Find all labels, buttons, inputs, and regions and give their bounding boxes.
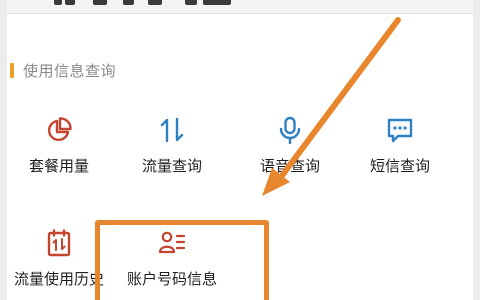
menu-item-data-query[interactable]: 流量查询 [117, 115, 227, 185]
section-accent-bar [10, 62, 14, 78]
cropped-text-fragment [185, 0, 197, 5]
pie-chart-icon [44, 115, 74, 145]
menu-item-sms-query[interactable]: 短信查询 [345, 115, 455, 185]
cropped-text-fragment [54, 0, 62, 5]
menu-item-voice-query[interactable]: 语音查询 [235, 115, 345, 185]
menu-item-label: 语音查询 [259, 157, 320, 175]
microphone-icon [275, 115, 305, 145]
top-strip [7, 0, 473, 14]
cropped-text-fragment [93, 0, 107, 5]
menu-item-label: 流量使用历史 [13, 270, 104, 288]
menu-item-label: 套餐用量 [28, 157, 89, 175]
cropped-text-fragment [65, 0, 75, 5]
cropped-text-fragment [148, 0, 162, 5]
highlight-box [95, 220, 269, 300]
up-down-arrows-icon [157, 115, 187, 145]
cropped-text-fragment [203, 0, 231, 5]
section-title: 使用信息查询 [23, 61, 117, 80]
menu-item-label: 短信查询 [369, 157, 430, 175]
section-header: 使用信息查询 [10, 60, 116, 80]
calendar-arrows-icon [44, 228, 74, 258]
cropped-text-fragment [123, 0, 134, 5]
menu-item-label: 流量查询 [141, 157, 202, 175]
menu-item-package-usage[interactable]: 套餐用量 [4, 115, 114, 185]
message-icon [385, 115, 415, 145]
